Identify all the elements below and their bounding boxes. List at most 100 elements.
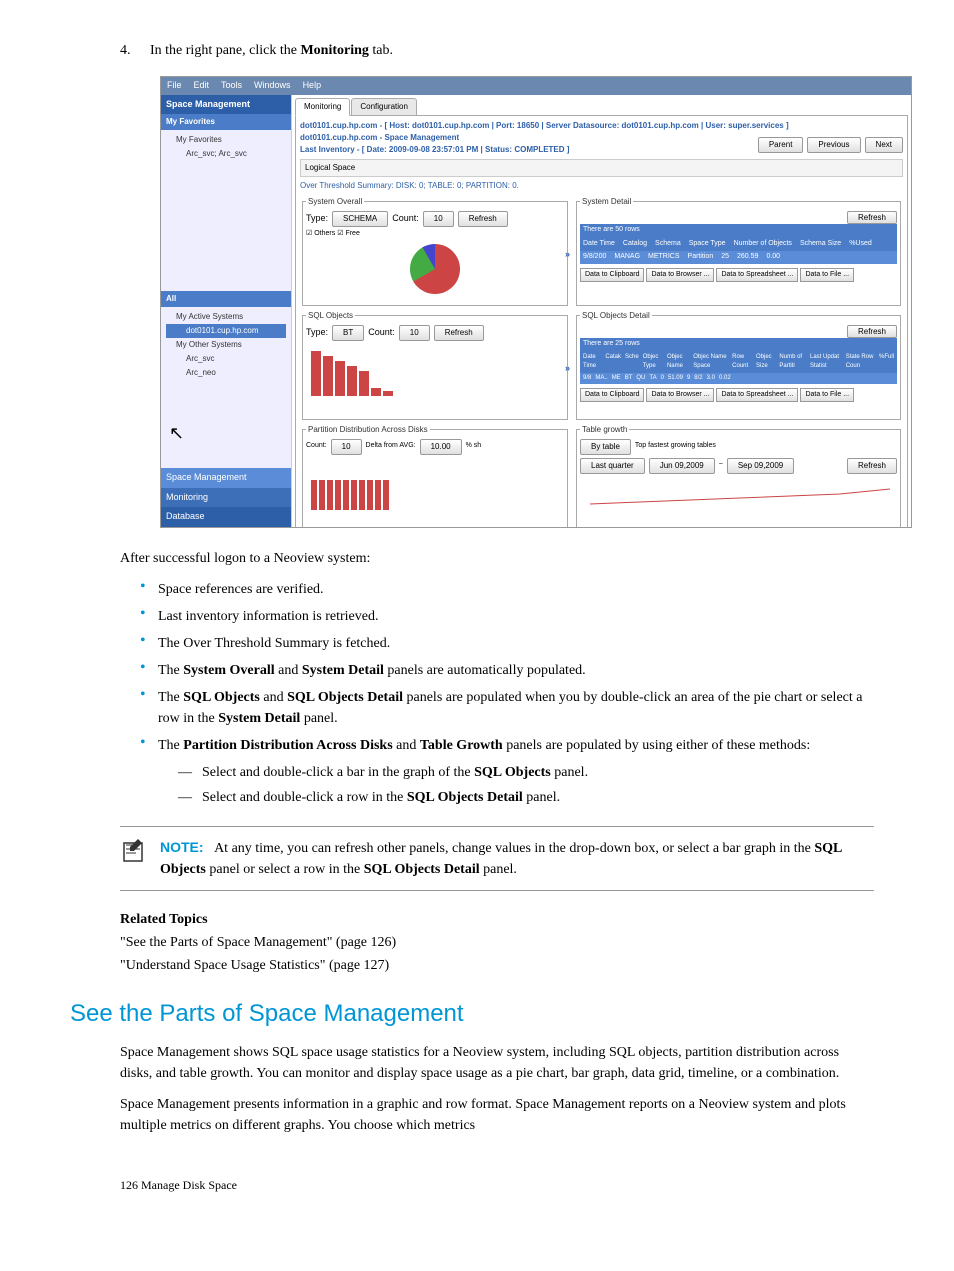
page-footer: 126 Manage Disk Space [120, 1176, 874, 1194]
others-checkbox[interactable]: ☑ [306, 230, 312, 237]
panel-title: Table growth [580, 424, 629, 436]
related-link[interactable]: "See the Parts of Space Management" (pag… [120, 932, 874, 953]
step-post: tab. [369, 43, 393, 58]
list-item: The System Overall and System Detail pan… [140, 660, 874, 681]
menubar: File Edit Tools Windows Help [161, 77, 911, 95]
bar-chart[interactable] [306, 455, 564, 515]
table-row[interactable]: 9/8/200MANAGMETRICSPartition25260.590.00 [580, 251, 897, 264]
free-checkbox[interactable]: ☑ [337, 230, 343, 237]
table-header: Date TimeCatakScheObjec TypeObjec NameOb… [580, 351, 897, 373]
data-clipboard-button[interactable]: Data to Clipboard [580, 388, 644, 403]
refresh-button[interactable]: Refresh [458, 211, 508, 227]
count-label: Count: [306, 441, 327, 452]
chevron-icon[interactable]: » [565, 248, 570, 262]
sidebar-fav-header: My Favorites [161, 114, 291, 130]
paragraph: Space Management presents information in… [120, 1094, 874, 1136]
step-bold: Monitoring [300, 43, 368, 58]
sublist-item: Select and double-click a bar in the gra… [178, 762, 874, 783]
tab-monitoring[interactable]: Monitoring [295, 98, 350, 116]
info-box: dot0101.cup.hp.com - [ Host: dot0101.cup… [295, 115, 908, 527]
threshold-summary: Over Threshold Summary: DISK: 0; TABLE: … [300, 180, 903, 192]
menu-windows[interactable]: Windows [254, 79, 291, 93]
type-label: Type: [306, 326, 328, 340]
tree-item[interactable]: Arc_svc; Arc_svc [166, 147, 286, 161]
bullet-list: Space references are verified. Last inve… [120, 579, 874, 808]
data-clipboard-button[interactable]: Data to Clipboard [580, 268, 644, 283]
refresh-button[interactable]: Refresh [847, 325, 897, 338]
data-spreadsheet-button[interactable]: Data to Spreadsheet ... [716, 268, 798, 283]
panel-title: Partition Distribution Across Disks [306, 424, 430, 436]
note-label: NOTE: [160, 839, 204, 855]
count-spinner[interactable]: 10 [423, 211, 454, 227]
parent-button[interactable]: Parent [758, 137, 804, 153]
next-button[interactable]: Next [865, 137, 903, 153]
table-growth-panel: Table growth By table Top fastest growin… [576, 424, 901, 527]
menu-file[interactable]: File [167, 79, 182, 93]
fav-tree: My Favorites Arc_svc; Arc_svc [161, 130, 291, 291]
data-browser-button[interactable]: Data to Browser ... [646, 388, 714, 403]
delta-label: Delta from AVG: [366, 441, 416, 452]
panel-title: SQL Objects Detail [580, 310, 652, 322]
sql-objects-detail-panel: SQL Objects Detail » Refresh There are 2… [576, 310, 901, 420]
menu-edit[interactable]: Edit [194, 79, 210, 93]
sidebar-nav-database[interactable]: Database [161, 507, 291, 527]
cursor-icon: ↖ [169, 420, 184, 447]
tab-configuration[interactable]: Configuration [351, 98, 417, 116]
sidebar: Space Management My Favorites My Favorit… [161, 95, 292, 527]
chevron-icon[interactable]: » [565, 362, 570, 376]
tree-item[interactable]: Arc_svc [166, 352, 286, 366]
refresh-button[interactable]: Refresh [847, 211, 897, 224]
info-line3: Last Inventory - [ Date: 2009-09-08 23:5… [300, 144, 569, 156]
type-select[interactable]: BT [332, 325, 364, 341]
data-file-button[interactable]: Data to File ... [800, 388, 854, 403]
count-label: Count: [368, 326, 395, 340]
sublist-item: Select and double-click a row in the SQL… [178, 787, 874, 808]
row-count: There are 25 rows [580, 338, 897, 351]
note-content: NOTE: At any time, you can refresh other… [160, 837, 874, 880]
info-line1: dot0101.cup.hp.com - [ Host: dot0101.cup… [300, 120, 903, 132]
date-to[interactable]: Sep 09,2009 [727, 458, 794, 474]
line-chart[interactable] [580, 474, 897, 514]
table-row[interactable]: 9/8MA..MEBTQUTA051.0998/23.00.02 [580, 373, 897, 384]
date-from[interactable]: Jun 09,2009 [649, 458, 715, 474]
sidebar-nav-monitoring[interactable]: Monitoring [161, 488, 291, 508]
note-icon [120, 837, 148, 872]
tree-item[interactable]: My Active Systems [166, 310, 286, 324]
related-links: "See the Parts of Space Management" (pag… [120, 932, 874, 976]
logical-space-tab[interactable]: Logical Space [300, 159, 903, 177]
sidebar-nav-space[interactable]: Space Management [161, 468, 291, 488]
tree-item[interactable]: My Favorites [166, 133, 286, 147]
pie-chart[interactable] [410, 244, 460, 294]
list-item: Last inventory information is retrieved. [140, 606, 874, 627]
type-select[interactable]: SCHEMA [332, 211, 388, 227]
tree-item-selected[interactable]: dot0101.cup.hp.com [166, 324, 286, 338]
data-file-button[interactable]: Data to File ... [800, 268, 854, 283]
menu-help[interactable]: Help [303, 79, 322, 93]
count-spinner[interactable]: 10 [399, 325, 430, 341]
data-spreadsheet-button[interactable]: Data to Spreadsheet ... [716, 388, 798, 403]
main-pane: Monitoring Configuration dot0101.cup.hp.… [292, 95, 911, 527]
panel-title: SQL Objects [306, 310, 355, 322]
bytable-tab[interactable]: By table [580, 439, 631, 455]
topgrow-label: Top fastest growing tables [635, 441, 716, 452]
system-overall-panel: System Overall Type: SCHEMA Count: 10 Re… [302, 196, 568, 306]
system-detail-panel: System Detail » Refresh There are 50 row… [576, 196, 901, 306]
tree-item[interactable]: Arc_neo [166, 366, 286, 380]
panel-title: System Overall [306, 196, 364, 208]
previous-button[interactable]: Previous [807, 137, 860, 153]
sql-objects-panel: SQL Objects Type: BT Count: 10 Refresh [302, 310, 568, 420]
refresh-button[interactable]: Refresh [847, 458, 897, 474]
paragraph: Space Management shows SQL space usage s… [120, 1042, 874, 1084]
related-link[interactable]: "Understand Space Usage Statistics" (pag… [120, 955, 874, 976]
refresh-button[interactable]: Refresh [434, 325, 484, 341]
delta-unit: % sh [466, 441, 482, 452]
delta-spinner[interactable]: 10.00 [420, 439, 462, 455]
table-header: Date TimeCatalogSchemaSpace TypeNumber o… [580, 237, 897, 252]
period-select[interactable]: Last quarter [580, 458, 645, 474]
menu-tools[interactable]: Tools [221, 79, 242, 93]
data-browser-button[interactable]: Data to Browser ... [646, 268, 714, 283]
tree-item[interactable]: My Other Systems [166, 338, 286, 352]
count-spinner[interactable]: 10 [331, 439, 362, 455]
bar-chart[interactable] [306, 341, 564, 401]
screenshot: File Edit Tools Windows Help Space Manag… [160, 76, 912, 528]
